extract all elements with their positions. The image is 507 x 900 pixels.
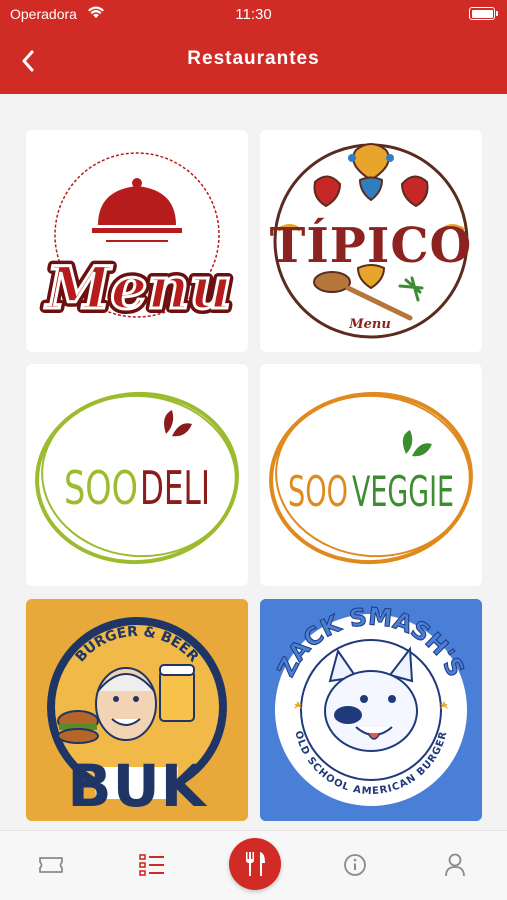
restaurant-card-zack-smashs[interactable]: ZACK SMASH'S OLD SCHOOL AMERICAN BURGER xyxy=(260,599,482,821)
sooveggie-text-veggie: VEGGIE xyxy=(352,467,454,516)
app-header: Operadora 11:30 Restaurantes xyxy=(0,0,507,94)
tab-profile[interactable] xyxy=(433,845,477,885)
status-time: 11:30 xyxy=(235,6,272,23)
sooveggie-text-soo: SOO xyxy=(288,467,348,516)
buk-logo: BURGER & BEER BUK xyxy=(26,599,248,821)
soodeli-text-soo: SOO xyxy=(64,461,138,515)
restaurant-card-menu[interactable]: Menu Menu xyxy=(26,130,248,352)
soodeli-text-deli: DELI xyxy=(140,461,210,515)
tab-restaurants[interactable] xyxy=(229,838,281,890)
tab-tickets[interactable] xyxy=(29,845,73,885)
restaurant-card-soodeli[interactable]: SOO DELI xyxy=(26,364,248,586)
tipico-logo: TÍPICO Menu xyxy=(270,143,471,339)
tipico-logo-sub: Menu xyxy=(348,317,391,332)
soodeli-logo: SOO DELI xyxy=(35,391,239,565)
list-icon xyxy=(139,854,164,876)
tab-info[interactable] xyxy=(333,845,377,885)
sooveggie-logo: SOO VEGGIE xyxy=(269,391,473,565)
tab-list[interactable] xyxy=(130,845,174,885)
buk-logo-text: BUK xyxy=(67,752,207,820)
fork-knife-icon xyxy=(246,852,265,876)
user-icon xyxy=(445,853,465,877)
battery-icon xyxy=(469,7,498,20)
page-title: Restaurantes xyxy=(187,48,320,69)
restaurant-card-buk[interactable]: BURGER & BEER BUK xyxy=(26,599,248,821)
restaurant-card-sooveggie[interactable]: SOO VEGGIE xyxy=(260,364,482,586)
status-bar: Operadora 11:30 xyxy=(0,0,507,28)
restaurant-card-tipico[interactable]: TÍPICO Menu xyxy=(260,130,482,352)
tab-bar xyxy=(0,830,507,900)
ticket-icon xyxy=(39,857,63,873)
menu-logo: Menu Menu xyxy=(39,152,237,327)
zack-smashs-logo: ZACK SMASH'S OLD SCHOOL AMERICAN BURGER xyxy=(260,599,482,821)
info-icon xyxy=(344,854,366,876)
menu-logo-text-fill: Menu xyxy=(44,254,231,322)
